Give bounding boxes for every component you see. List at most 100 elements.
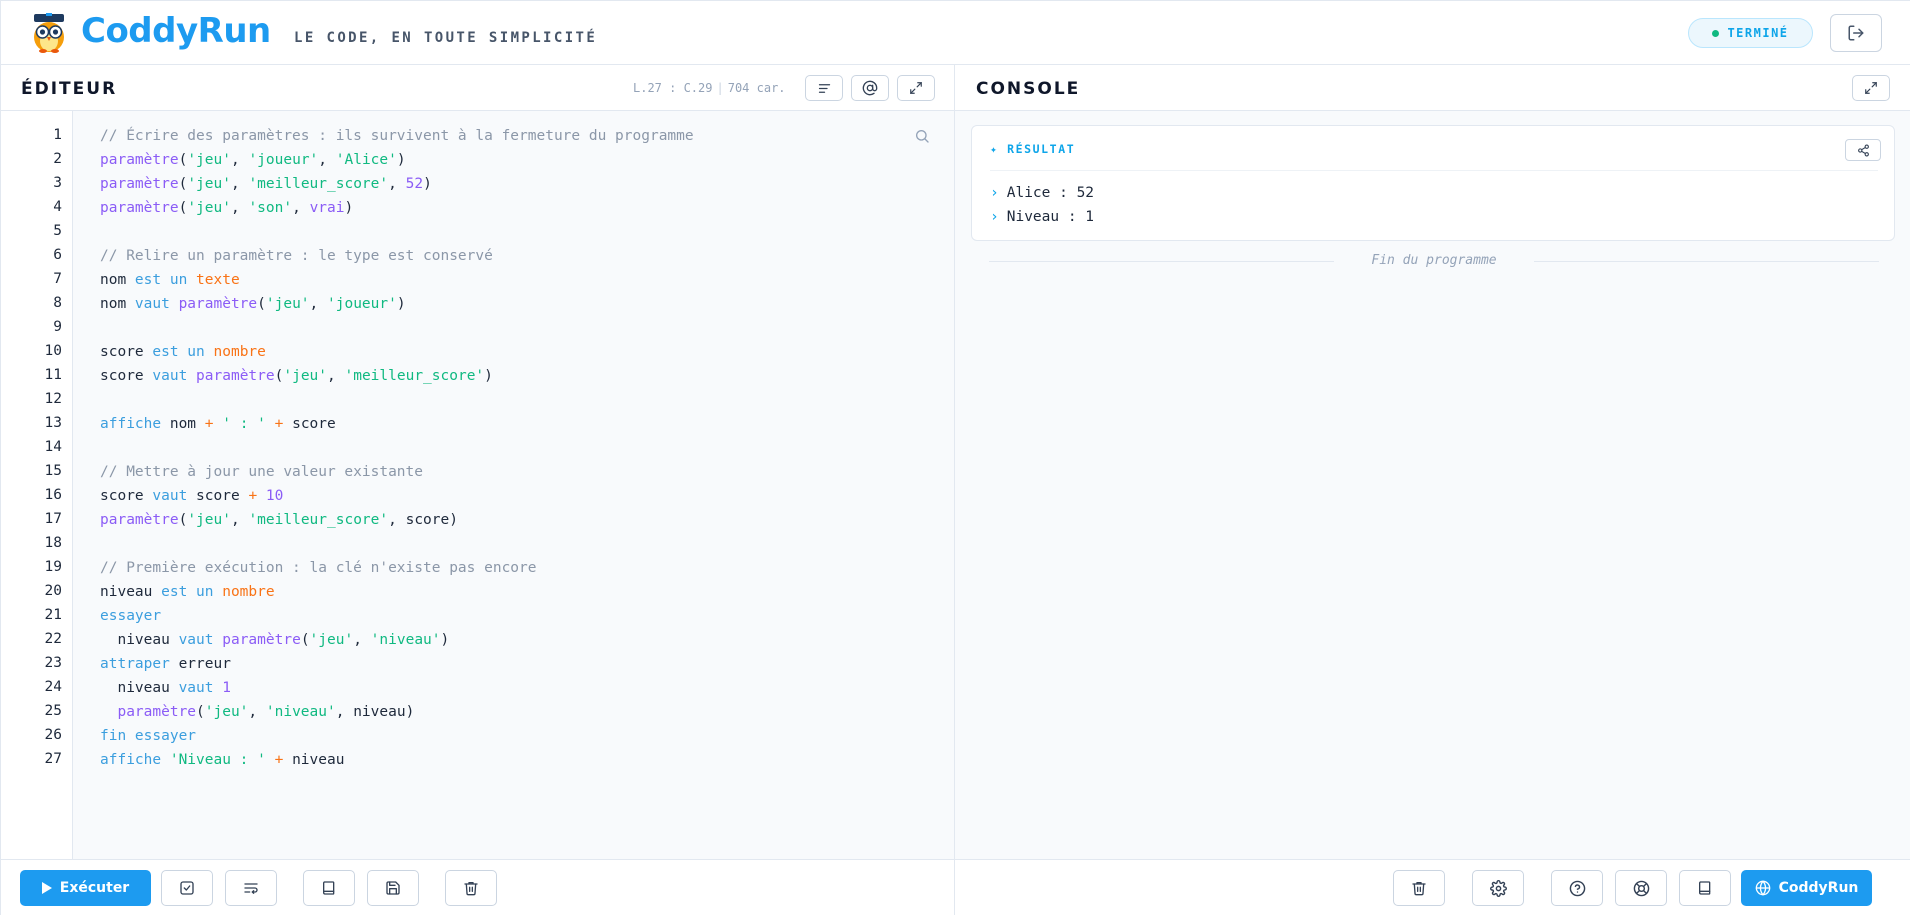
code-token: ,	[230, 176, 249, 192]
code-token: fin essayer	[100, 728, 197, 744]
code-line[interactable]: score vaut paramètre('jeu', 'meilleur_sc…	[100, 364, 493, 388]
code-token: // Première exécution : la clé n'existe …	[100, 560, 537, 576]
code-token: +	[274, 752, 293, 768]
code-line[interactable]: essayer	[100, 604, 161, 628]
line-number: 25	[44, 703, 62, 719]
share-button[interactable]	[1845, 139, 1881, 161]
editor-header: ÉDITEUR L.27 : C.29 | 704 car.	[1, 65, 954, 111]
code-token: +	[204, 416, 223, 432]
code-token: vaut	[152, 488, 197, 504]
support-button[interactable]	[1615, 870, 1667, 906]
code-line[interactable]: // Première exécution : la clé n'existe …	[100, 556, 537, 580]
code-token: score	[100, 368, 153, 384]
coddyrun-site-button[interactable]: CoddyRun	[1741, 870, 1872, 906]
line-number: 4	[53, 199, 62, 215]
clear-console-button[interactable]	[1393, 870, 1445, 906]
expand-editor-button[interactable]	[897, 75, 935, 101]
code-line[interactable]: score est un nombre	[100, 340, 266, 364]
code-line[interactable]: nom vaut paramètre('jeu', 'joueur')	[100, 292, 406, 316]
code-editor[interactable]: 1 2 3 4 5 6 7 8 9 10 11 12 13 14 15 16 17 18 19 20 21 22 23 24 2…	[1, 111, 954, 859]
line-number: 19	[44, 559, 62, 575]
code-token: vaut	[134, 296, 179, 312]
code-line[interactable]: // Mettre à jour une valeur existante	[100, 460, 423, 484]
code-line[interactable]: paramètre('jeu', 'meilleur_score', 52)	[100, 172, 432, 196]
code-token: 'meilleur_score'	[248, 176, 389, 192]
brand-name: CoddyRun	[81, 11, 271, 51]
logout-button[interactable]	[1830, 14, 1882, 52]
expand-console-button[interactable]	[1852, 75, 1890, 101]
line-number: 7	[53, 271, 62, 287]
code-token: // Mettre à jour une valeur existante	[100, 464, 424, 480]
code-token: ,	[230, 512, 249, 528]
code-token: paramètre	[178, 296, 258, 312]
code-token: paramètre	[100, 512, 179, 528]
site-label: CoddyRun	[1778, 880, 1859, 896]
code-line[interactable]: niveau est un nombre	[100, 580, 275, 604]
code-token: 'son'	[248, 200, 293, 216]
code-line[interactable]: paramètre('jeu', 'meilleur_score', score…	[100, 508, 458, 532]
format-button[interactable]	[805, 75, 843, 101]
code-line[interactable]: attraper erreur	[100, 652, 231, 676]
code-line[interactable]: niveau vaut paramètre('jeu', 'niveau')	[100, 628, 449, 652]
line-number: 17	[44, 511, 62, 527]
editor-title: ÉDITEUR	[21, 79, 118, 99]
code-token: affiche	[100, 752, 170, 768]
editor-toolbar: Exécuter	[1, 859, 954, 915]
check-button[interactable]	[161, 870, 213, 906]
logout-icon	[1848, 25, 1864, 41]
code-line[interactable]: affiche 'Niveau : ' + niveau	[100, 748, 344, 772]
help-button[interactable]	[1551, 870, 1603, 906]
trash-icon	[464, 882, 478, 896]
code-token: )	[423, 176, 432, 192]
code-line[interactable]: // Écrire des paramètres : ils survivent…	[100, 124, 694, 148]
code-token: 52	[405, 176, 424, 192]
line-number: 12	[44, 391, 62, 407]
code-token: 'jeu'	[187, 200, 231, 216]
code-token: ,	[309, 296, 328, 312]
line-number: 6	[53, 247, 62, 263]
code-line[interactable]: nom est un texte	[100, 268, 240, 292]
share-icon	[1857, 144, 1869, 156]
code-line[interactable]: score vaut score + 10	[100, 484, 283, 508]
code-token: 'meilleur_score'	[248, 512, 389, 528]
run-button[interactable]: Exécuter	[20, 870, 151, 906]
align-left-icon	[818, 83, 830, 93]
docs-button[interactable]	[1679, 870, 1731, 906]
output-text: Alice : 52	[1006, 185, 1095, 201]
code-line[interactable]: paramètre('jeu', 'son', vrai)	[100, 196, 353, 220]
settings-button[interactable]	[1472, 870, 1524, 906]
code-line[interactable]: paramètre('jeu', 'niveau', niveau)	[100, 700, 414, 724]
console-header: CONSOLE	[955, 65, 1910, 111]
clear-code-button[interactable]	[445, 870, 497, 906]
code-token: ,	[230, 152, 249, 168]
line-number: 15	[44, 463, 62, 479]
line-number: 23	[44, 655, 62, 671]
code-token: est un	[152, 344, 214, 360]
line-number: 16	[44, 487, 62, 503]
wrap-button[interactable]	[225, 870, 277, 906]
code-line[interactable]: affiche nom + ' : ' + score	[100, 412, 336, 436]
code-line[interactable]: niveau vaut 1	[100, 676, 231, 700]
editor-panel: ÉDITEUR L.27 : C.29 | 704 car. 1 2 3 4 5 6 7 8 9 10…	[1, 65, 955, 915]
code-token: est un	[134, 272, 197, 288]
code-token: // Écrire des paramètres : ils survivent…	[100, 128, 694, 144]
line-number: 11	[44, 367, 62, 383]
docs-button[interactable]	[303, 870, 355, 906]
code-token: (	[178, 200, 188, 216]
code-line[interactable]: fin essayer	[100, 724, 196, 748]
save-button[interactable]	[367, 870, 419, 906]
code-token: 'Niveau : '	[169, 752, 275, 768]
maximize-icon	[1865, 82, 1877, 94]
save-icon	[386, 881, 400, 895]
cursor-position: L.27 : C.29	[633, 81, 713, 95]
line-number: 14	[44, 439, 62, 455]
code-line[interactable]: paramètre('jeu', 'joueur', 'Alice')	[100, 148, 406, 172]
line-number: 26	[44, 727, 62, 743]
search-icon[interactable]	[914, 128, 930, 144]
console-title: CONSOLE	[976, 79, 1081, 99]
code-line[interactable]: // Relire un paramètre : le type est con…	[100, 244, 493, 268]
code-token: score	[196, 488, 249, 504]
code-token: (	[178, 152, 188, 168]
insert-symbol-button[interactable]	[851, 75, 889, 101]
book-icon	[322, 881, 335, 895]
